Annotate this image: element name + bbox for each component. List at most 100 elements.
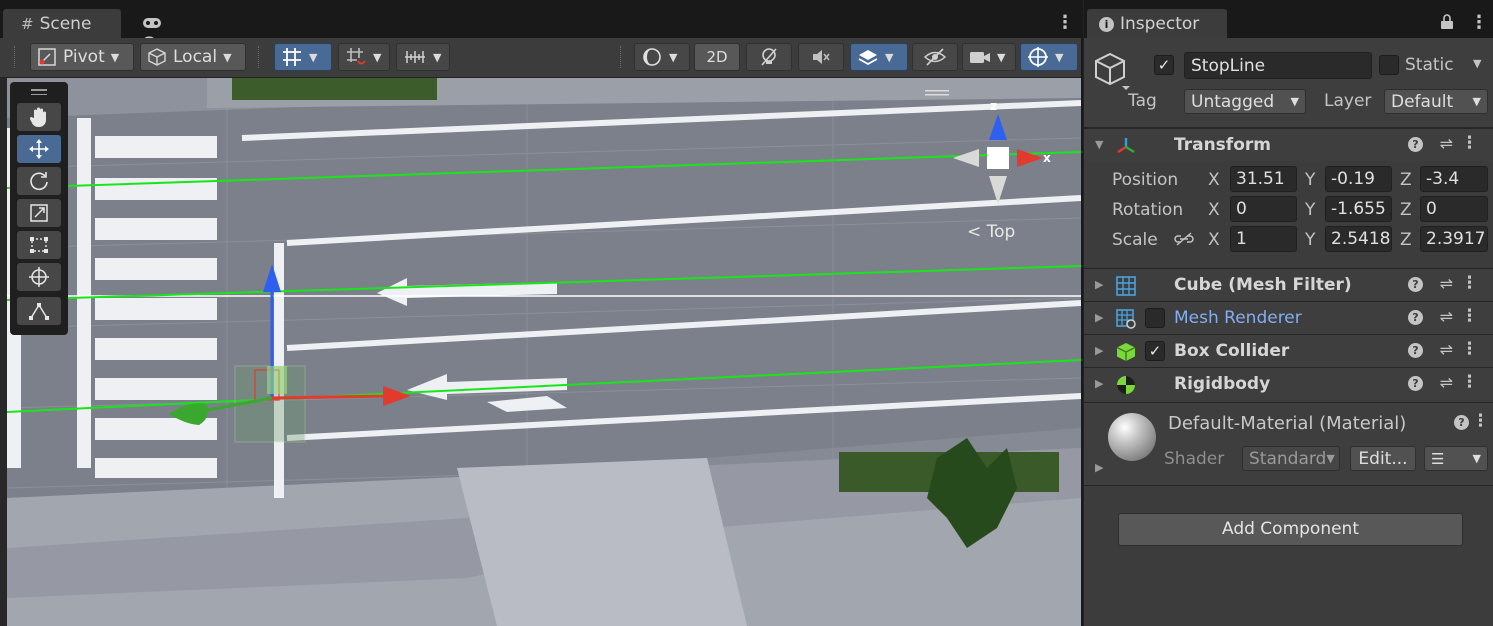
- mesh-filter-component-header[interactable]: ▶ Cube (Mesh Filter) ? ⇌ ⋮: [1084, 268, 1493, 301]
- more-icon[interactable]: ⋮: [1472, 411, 1489, 431]
- add-component-button[interactable]: Add Component: [1118, 513, 1463, 546]
- static-checkbox[interactable]: [1379, 55, 1399, 75]
- help-icon[interactable]: ?: [1408, 277, 1423, 292]
- rotation-y-field[interactable]: -1.655: [1325, 196, 1392, 222]
- custom-tool-button[interactable]: [17, 297, 61, 325]
- gizmos-dropdown[interactable]: ▼: [1020, 43, 1078, 71]
- hidden-objects-toggle[interactable]: [912, 43, 958, 71]
- rect-tool-button[interactable]: [17, 231, 61, 259]
- shader-edit-button[interactable]: Edit...: [1350, 446, 1416, 471]
- transform-fields: Position X 31.51 Y -0.19 Z -3.4 Rotation…: [1084, 162, 1493, 266]
- move-tool-button[interactable]: [17, 135, 61, 163]
- more-icon[interactable]: ⋮: [1461, 133, 1478, 153]
- help-icon[interactable]: ?: [1454, 415, 1469, 430]
- presets-icon[interactable]: ⇌: [1440, 134, 1453, 153]
- box-collider-component-header[interactable]: ▶ ✓ Box Collider ? ⇌ ⋮: [1084, 334, 1493, 367]
- grid-snap-button[interactable]: ▼: [274, 43, 332, 71]
- ruler-snap-button[interactable]: ▼: [396, 43, 450, 71]
- transform-component-header[interactable]: ▼ Transform ? ⇌ ⋮: [1084, 128, 1493, 161]
- mesh-renderer-title: Mesh Renderer: [1174, 308, 1302, 328]
- position-x-field[interactable]: 31.51: [1230, 166, 1297, 192]
- expand-arrow-icon[interactable]: ▶: [1095, 278, 1103, 291]
- tab-scene[interactable]: # Scene: [3, 9, 121, 38]
- view-orientation-label[interactable]: < Top: [967, 222, 1015, 242]
- scale-y-field[interactable]: 2.5418: [1325, 226, 1392, 252]
- more-icon[interactable]: ⋮: [1461, 339, 1478, 359]
- local-dropdown[interactable]: Local ▼: [140, 43, 246, 71]
- help-icon[interactable]: ?: [1408, 137, 1423, 152]
- more-icon[interactable]: ⋮: [1461, 372, 1478, 392]
- gizmo-axis-label-y: z: [990, 99, 997, 113]
- presets-icon[interactable]: ⇌: [1440, 307, 1453, 326]
- mode-2d-button[interactable]: 2D: [694, 43, 740, 71]
- shading-sphere-icon: [643, 48, 661, 66]
- effects-toggle[interactable]: ▼: [850, 43, 908, 71]
- camera-dropdown[interactable]: ▼: [962, 43, 1016, 71]
- layer-dropdown[interactable]: Default ▼: [1384, 89, 1488, 114]
- tab-game[interactable]: Game: [124, 9, 234, 54]
- chevron-down-icon: ▼: [885, 50, 894, 64]
- hand-tool-button[interactable]: [17, 103, 61, 131]
- object-name-field[interactable]: StopLine: [1184, 52, 1372, 79]
- transform-tool-button[interactable]: [17, 263, 61, 291]
- position-z-field[interactable]: -3.4: [1420, 166, 1488, 192]
- expand-arrow-icon[interactable]: ▶: [1095, 377, 1103, 390]
- ruler-icon: [405, 51, 425, 63]
- expand-arrow-icon[interactable]: ▶: [1095, 344, 1103, 357]
- axis-y-label: Y: [1305, 230, 1316, 250]
- position-y-field[interactable]: -0.19: [1325, 166, 1392, 192]
- chevron-down-icon: ▼: [997, 50, 1006, 64]
- rotate-tool-button[interactable]: [17, 167, 61, 195]
- material-preview-sphere[interactable]: [1108, 413, 1156, 461]
- scale-z-field[interactable]: 2.3917: [1420, 226, 1488, 252]
- active-checkbox[interactable]: ✓: [1154, 55, 1174, 75]
- hash-icon: #: [21, 15, 34, 33]
- toolbar-separator: [258, 46, 260, 68]
- rotation-z-field[interactable]: 0: [1420, 196, 1488, 222]
- expand-arrow-icon[interactable]: ▶: [1095, 311, 1103, 324]
- scale-tool-button[interactable]: [17, 199, 61, 227]
- scene-viewport[interactable]: z x: [7, 78, 1081, 626]
- mesh-renderer-component-header[interactable]: ▶ Mesh Renderer ? ⇌ ⋮: [1084, 301, 1493, 334]
- shader-options-dropdown[interactable]: ☰ ▼: [1424, 446, 1488, 471]
- lighting-toggle[interactable]: [746, 43, 792, 71]
- increment-snap-button[interactable]: ▼: [338, 43, 390, 71]
- help-icon[interactable]: ?: [1408, 376, 1423, 391]
- transform-title: Transform: [1174, 135, 1271, 155]
- rotation-x-field[interactable]: 0: [1230, 196, 1297, 222]
- rect-transform-icon: [30, 237, 48, 253]
- axis-z-label: Z: [1400, 200, 1412, 220]
- lock-icon[interactable]: [1440, 14, 1454, 30]
- more-icon[interactable]: ⋮: [1461, 306, 1478, 326]
- static-dropdown-caret-icon[interactable]: ▼: [1473, 57, 1481, 70]
- axis-y-label: Y: [1305, 200, 1316, 220]
- scene-tab-bar: #Scene Game ⋮: [0, 0, 1081, 54]
- presets-icon[interactable]: ⇌: [1440, 340, 1453, 359]
- presets-icon[interactable]: ⇌: [1440, 373, 1453, 392]
- audio-toggle[interactable]: [798, 43, 844, 71]
- more-icon[interactable]: ⋮: [1461, 273, 1478, 293]
- box-collider-enabled-checkbox[interactable]: ✓: [1145, 341, 1165, 361]
- axis-y-label: Y: [1305, 170, 1316, 190]
- scale-x-field[interactable]: 1: [1230, 226, 1297, 252]
- tab-inspector[interactable]: i Inspector: [1087, 9, 1227, 38]
- collapse-arrow-icon[interactable]: ▼: [1095, 138, 1103, 151]
- constrain-proportions-link-icon[interactable]: [1174, 232, 1194, 246]
- chevron-down-icon: ▼: [1326, 452, 1335, 465]
- inspector-more-icon[interactable]: ⋮: [1470, 12, 1488, 33]
- expand-arrow-icon[interactable]: ▶: [1095, 461, 1103, 474]
- help-icon[interactable]: ?: [1408, 310, 1423, 325]
- help-icon[interactable]: ?: [1408, 343, 1423, 358]
- mesh-renderer-enabled-checkbox[interactable]: [1145, 308, 1165, 328]
- draw-mode-dropdown[interactable]: ▼: [634, 43, 690, 71]
- speaker-mute-icon: [813, 50, 830, 64]
- presets-icon[interactable]: ⇌: [1440, 274, 1453, 293]
- scene-more-icon[interactable]: ⋮: [1056, 12, 1074, 33]
- chevron-down-icon: ▼: [1472, 452, 1481, 465]
- rigidbody-component-header[interactable]: ▶ Rigidbody ? ⇌ ⋮: [1084, 367, 1493, 400]
- palette-grip[interactable]: [17, 85, 61, 99]
- pivot-dropdown[interactable]: Pivot ▼: [30, 43, 134, 71]
- gizmo-globe-icon: [1028, 47, 1048, 67]
- shader-dropdown[interactable]: Standard ▼: [1242, 446, 1340, 471]
- tag-dropdown[interactable]: Untagged ▼: [1184, 89, 1306, 114]
